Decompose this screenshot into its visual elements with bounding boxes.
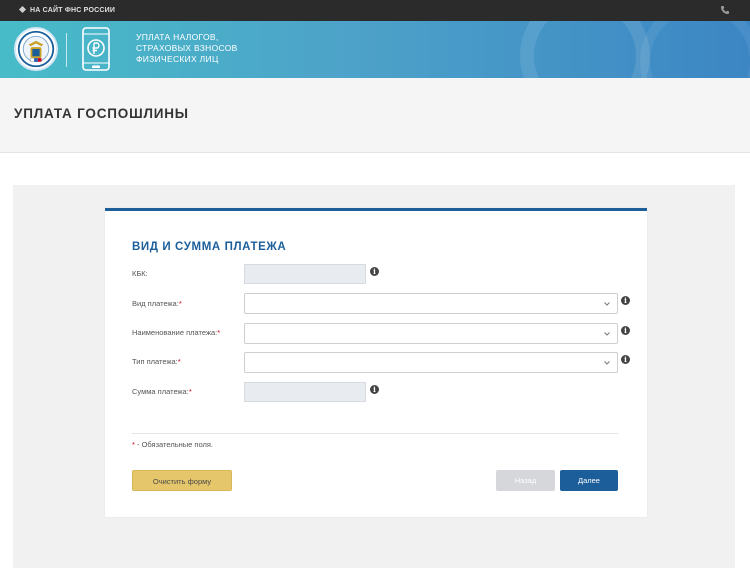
payment-name-label: Наименование платежа:*: [132, 328, 220, 337]
banner-decoration: [640, 21, 750, 78]
required-mark: *: [178, 299, 182, 308]
chevron-down-icon: [604, 361, 610, 365]
kbk-field[interactable]: [244, 264, 366, 284]
required-mark: *: [177, 357, 181, 366]
fns-site-link[interactable]: НА САЙТ ФНС РОССИИ: [18, 0, 116, 21]
phone-icon[interactable]: [720, 5, 730, 15]
amount-label-text: Сумма платежа:: [132, 387, 189, 396]
top-bar: НА САЙТ ФНС РОССИИ: [0, 0, 750, 21]
required-mark: *: [217, 328, 221, 337]
required-mark: *: [188, 387, 192, 396]
payment-kind-label: Вид платежа:*: [132, 299, 182, 308]
page-header: УПЛАТА ГОСПОШЛИНЫ: [0, 78, 750, 153]
header-banner: УПЛАТА НАЛОГОВ, СТРАХОВЫХ ВЗНОСОВ ФИЗИЧЕ…: [0, 21, 750, 78]
clear-form-button[interactable]: Очистить форму: [132, 470, 232, 491]
payment-type-label: Тип платежа:*: [132, 357, 181, 366]
info-icon[interactable]: i: [370, 267, 379, 276]
payment-name-select[interactable]: [244, 323, 618, 344]
chevron-down-icon: [604, 302, 610, 306]
fns-emblem-icon[interactable]: [14, 27, 58, 71]
required-fields-note-text: - Обязательные поля.: [134, 440, 213, 449]
banner-title-line: СТРАХОВЫХ ВЗНОСОВ: [136, 43, 238, 53]
info-icon[interactable]: i: [621, 326, 630, 335]
payment-name-label-text: Наименование платежа:: [132, 328, 218, 337]
banner-decoration: [520, 21, 650, 78]
page-title: УПЛАТА ГОСПОШЛИНЫ: [14, 106, 189, 121]
required-fields-note: * - Обязательные поля.: [132, 440, 213, 449]
form-divider: [132, 433, 618, 434]
next-button[interactable]: Далее: [560, 470, 618, 491]
payment-kind-select[interactable]: [244, 293, 618, 314]
diamond-icon: [18, 5, 27, 14]
back-button[interactable]: Назад: [496, 470, 555, 491]
payment-type-select[interactable]: [244, 352, 618, 373]
kbk-label-text: КБК:: [132, 269, 148, 278]
banner-title-line: УПЛАТА НАЛОГОВ,: [136, 32, 219, 42]
info-icon[interactable]: i: [621, 355, 630, 364]
banner-title-line: ФИЗИЧЕСКИХ ЛИЦ: [136, 54, 219, 64]
section-title: ВИД И СУММА ПЛАТЕЖА: [132, 241, 287, 253]
banner-divider: [66, 33, 67, 67]
kbk-label: КБК:: [132, 269, 148, 278]
chevron-down-icon: [604, 332, 610, 336]
info-icon[interactable]: i: [370, 385, 379, 394]
payment-form-card: ВИД И СУММА ПЛАТЕЖА КБК: i Вид платежа:*…: [105, 208, 647, 517]
amount-field[interactable]: [244, 382, 366, 402]
payment-kind-label-text: Вид платежа:: [132, 299, 179, 308]
amount-label: Сумма платежа:*: [132, 387, 192, 396]
banner-title: УПЛАТА НАЛОГОВ, СТРАХОВЫХ ВЗНОСОВ ФИЗИЧЕ…: [136, 32, 238, 65]
fns-site-link-label: НА САЙТ ФНС РОССИИ: [30, 7, 116, 14]
phone-ruble-logo-icon: [82, 27, 110, 71]
payment-type-label-text: Тип платежа:: [132, 357, 178, 366]
info-icon[interactable]: i: [621, 296, 630, 305]
